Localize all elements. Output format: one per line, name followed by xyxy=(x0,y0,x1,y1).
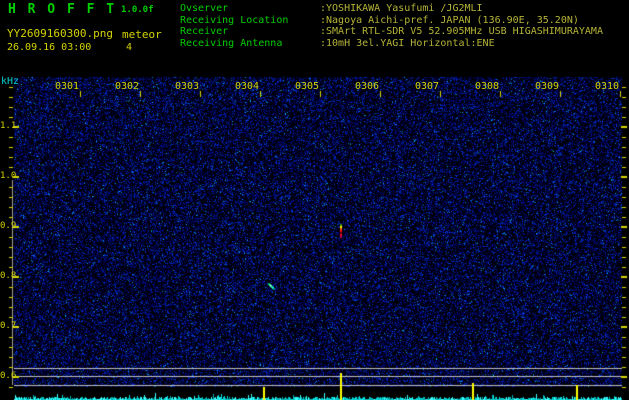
info-label: Receiving Antenna xyxy=(180,37,283,49)
time-label-0305: 0305 xyxy=(295,81,320,92)
freq-label-0.9: 0.9 xyxy=(0,221,17,231)
freq-label-1.1: 1.1 xyxy=(0,121,17,131)
freq-unit-label: kHz xyxy=(1,76,20,87)
info-row: Receiving Location :Nagoya Aichi-pref. JA… xyxy=(180,15,603,27)
freq-label-0.7: 0.7 xyxy=(0,321,17,331)
app-title: H R O F F T xyxy=(8,2,117,17)
time-label-0309: 0309 xyxy=(535,81,560,92)
time-label-0301: 0301 xyxy=(55,81,80,92)
meteor-count: 4 xyxy=(126,42,133,53)
freq-label-0.8: 0.8 xyxy=(0,271,17,281)
info-row: Ovserver :YOSHIKAWA Yasufumi /JG2MLI xyxy=(180,3,603,15)
time-label-0306: 0306 xyxy=(355,81,380,92)
time-label-0303: 0303 xyxy=(175,81,200,92)
time-label-0302: 0302 xyxy=(115,81,140,92)
info-value: :SMArt RTL-SDR V5 52.905MHz USB HIGASHIM… xyxy=(320,26,603,37)
time-label-0304: 0304 xyxy=(235,81,260,92)
hrofft-window: H R O F F T 1.0.0f YY2609160300.png mete… xyxy=(0,0,629,400)
output-filename: YY2609160300.png xyxy=(7,27,113,40)
info-value: :YOSHIKAWA Yasufumi /JG2MLI xyxy=(320,3,483,14)
freq-label-0.6: 0.6 xyxy=(0,371,17,381)
info-row: Receiver :SMArt RTL-SDR V5 52.905MHz USB … xyxy=(180,26,603,38)
time-label-0310: 0310 xyxy=(595,81,620,92)
info-value: :10mH 3el.YAGI Horizontal:ENE xyxy=(320,37,495,49)
observer-info-block: Ovserver:YOSHIKAWA Yasufumi /JG2MLI Recei… xyxy=(180,3,603,49)
time-label-0307: 0307 xyxy=(415,81,440,92)
freq-label-1.0: 1.0 xyxy=(0,171,17,181)
spectrogram-canvas xyxy=(0,0,629,400)
app-version: 1.0.0f xyxy=(121,5,154,15)
info-label: Receiver xyxy=(180,26,229,37)
time-label-0308: 0308 xyxy=(475,81,500,92)
info-label: Receiving Location xyxy=(180,14,289,26)
info-row: Receiving Antenna :10mH 3el.YAGI Horizont… xyxy=(180,38,603,50)
info-label: Ovserver xyxy=(180,3,229,14)
info-value: :Nagoya Aichi-pref. JAPAN (136.90E, 35.2… xyxy=(320,14,579,26)
mode-label: meteor xyxy=(122,28,162,41)
session-datetime: 26.09.16 03:00 xyxy=(7,42,92,53)
